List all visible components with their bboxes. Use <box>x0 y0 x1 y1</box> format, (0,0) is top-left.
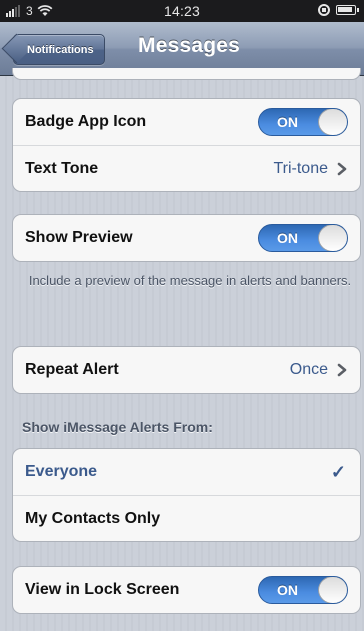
battery-icon <box>336 5 359 15</box>
text-tone-row[interactable]: Text Tone Tri-tone <box>13 145 360 191</box>
show-preview-label: Show Preview <box>25 229 133 246</box>
option-my-contacts-label: My Contacts Only <box>25 509 161 527</box>
rotation-lock-icon <box>318 4 330 16</box>
checkmark-icon: ✓ <box>330 461 346 482</box>
chevron-right-icon <box>337 162 347 176</box>
status-right <box>318 4 359 16</box>
repeat-alert-row[interactable]: Repeat Alert Once <box>13 347 360 393</box>
show-preview-row: Show Preview ON <box>13 215 360 261</box>
settings-screen: 3 14:23 Notifications Messages Badge App… <box>0 0 364 631</box>
text-tone-value: Tri-tone <box>273 159 328 177</box>
view-in-lock-screen-row: View in Lock Screen ON <box>13 567 360 613</box>
chevron-right-icon <box>337 363 347 377</box>
view-in-lock-screen-toggle[interactable]: ON <box>258 576 348 604</box>
option-everyone-row[interactable]: Everyone ✓ <box>13 449 360 495</box>
back-button[interactable]: Notifications <box>1 33 105 65</box>
toggle-state-label: ON <box>277 114 298 130</box>
view-in-lock-screen-label: View in Lock Screen <box>25 581 180 598</box>
preview-group: Show Preview ON <box>12 214 361 262</box>
show-preview-footer: Include a preview of the message in aler… <box>28 273 352 288</box>
option-everyone-label: Everyone <box>25 463 98 480</box>
show-preview-toggle[interactable]: ON <box>258 224 348 252</box>
repeat-alert-value: Once <box>289 361 328 378</box>
badge-app-icon-label: Badge App Icon <box>25 113 147 130</box>
text-tone-label: Text Tone <box>25 159 99 177</box>
badge-app-icon-row: Badge App Icon ON <box>13 99 360 145</box>
previous-group-edge <box>12 68 361 80</box>
lock-screen-group: View in Lock Screen ON <box>12 566 361 614</box>
option-my-contacts-row[interactable]: My Contacts Only <box>13 495 360 541</box>
badge-group: Badge App Icon ON Text Tone Tri-tone <box>12 98 361 192</box>
back-button-label: Notifications <box>27 43 94 56</box>
status-bar: 3 14:23 <box>0 0 364 22</box>
repeat-group: Repeat Alert Once <box>12 346 361 394</box>
toggle-state-label: ON <box>277 582 298 598</box>
page-title: Messages <box>138 34 240 57</box>
toggle-knob <box>318 225 347 251</box>
imessage-alerts-group: Everyone ✓ My Contacts Only <box>12 448 361 542</box>
badge-app-icon-toggle[interactable]: ON <box>258 108 348 136</box>
toggle-knob <box>318 109 347 135</box>
status-time: 14:23 <box>163 3 201 19</box>
repeat-alert-label: Repeat Alert <box>25 361 119 378</box>
toggle-knob <box>318 577 347 603</box>
imessage-alerts-header: Show iMessage Alerts From: <box>22 419 213 435</box>
toggle-state-label: ON <box>277 230 298 246</box>
